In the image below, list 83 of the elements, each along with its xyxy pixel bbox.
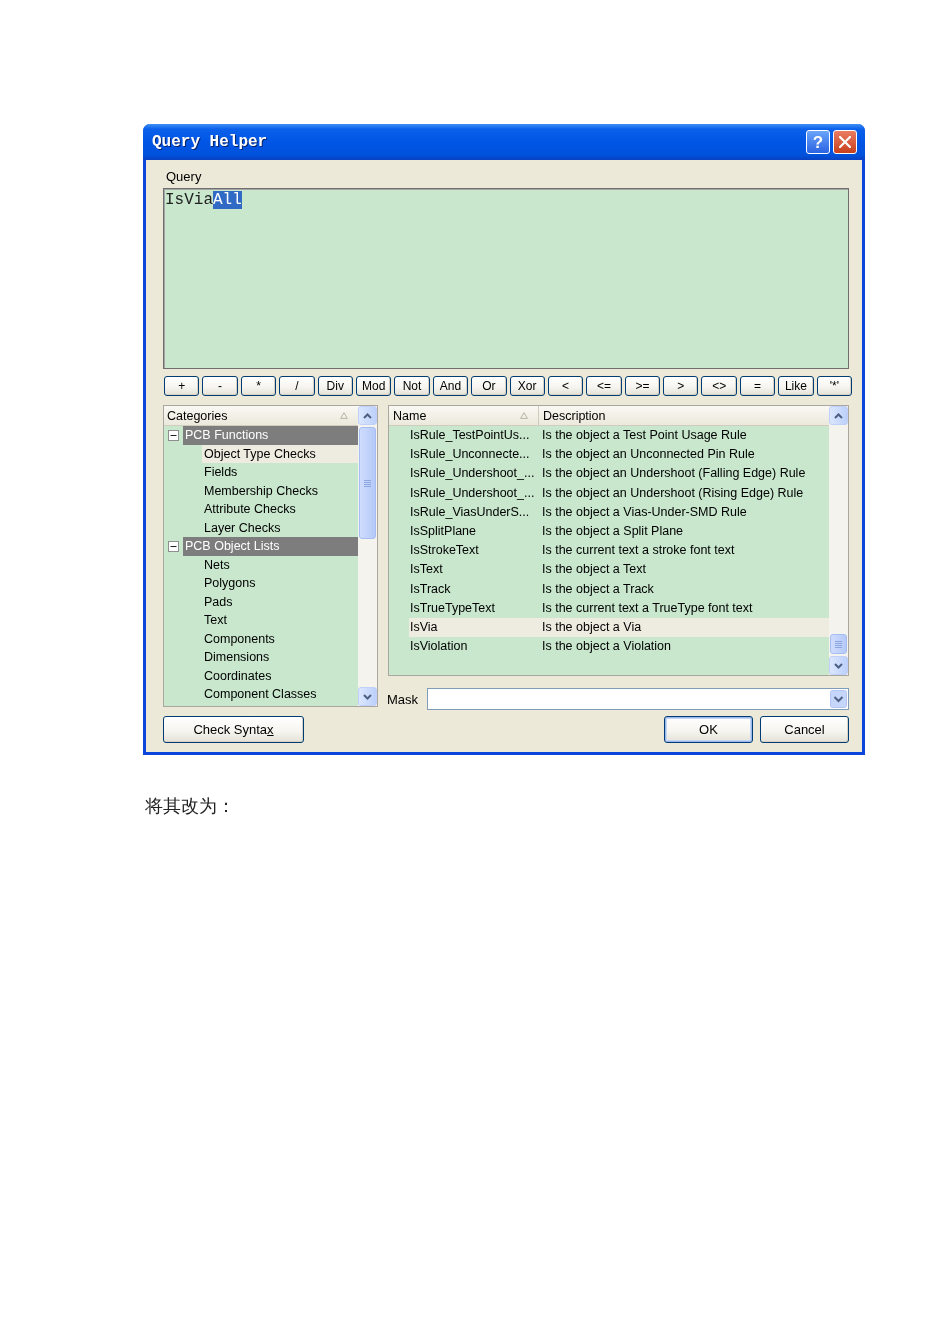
mask-field[interactable] xyxy=(427,688,849,710)
operator-button[interactable]: = xyxy=(739,376,776,396)
operator-button[interactable]: <> xyxy=(701,376,737,396)
tree-item[interactable]: Component Classes xyxy=(202,685,358,704)
chevron-down-icon xyxy=(363,693,372,700)
close-button[interactable] xyxy=(833,130,857,154)
operator-button[interactable]: > xyxy=(663,376,699,396)
name-cell[interactable]: IsText xyxy=(409,560,539,580)
operator-button[interactable]: >= xyxy=(624,376,661,396)
operator-button[interactable]: Not xyxy=(394,376,430,396)
tree-item[interactable]: Attribute Checks xyxy=(202,500,358,519)
tree-group-label[interactable]: PCB Object Lists xyxy=(183,537,358,556)
name-cell[interactable]: IsRule_Undershoot_... xyxy=(409,464,539,484)
name-cell[interactable]: IsStrokeText xyxy=(409,541,539,561)
name-cell[interactable]: IsRule_Unconnecte... xyxy=(409,445,539,465)
name-cell[interactable]: IsViolation xyxy=(409,637,539,657)
tree-item[interactable]: Polygons xyxy=(202,574,358,593)
chevron-up-icon xyxy=(363,412,372,419)
operator-button[interactable]: * xyxy=(240,376,277,396)
tree-item[interactable]: Pads xyxy=(202,592,358,611)
collapse-icon[interactable] xyxy=(168,429,179,441)
name-cell[interactable]: IsRule_ViasUnderS... xyxy=(409,502,539,522)
column-header[interactable]: Categories xyxy=(164,406,358,426)
scroll-down-button[interactable] xyxy=(358,687,377,706)
tree-item[interactable]: Nets xyxy=(202,555,358,574)
description-cell[interactable]: Is the object an Unconnected Pin Rule xyxy=(539,445,829,465)
description-cell[interactable]: Is the object an Undershoot (Falling Edge) Rule xyxy=(539,464,829,484)
collapse-icon[interactable] xyxy=(168,540,179,552)
window-title: Query Helper xyxy=(152,133,268,151)
description-cell[interactable]: Is the object a Violation xyxy=(539,637,829,657)
scroll-up-button[interactable] xyxy=(829,406,848,425)
description-cell[interactable]: Is the object an Undershoot (Rising Edge) Rule xyxy=(539,483,829,503)
description-cell[interactable]: Is the current text a stroke font text xyxy=(539,541,829,561)
description-cell[interactable]: Is the object a Vias-Under-SMD Rule xyxy=(539,502,829,522)
scroll-up-button[interactable] xyxy=(358,406,377,425)
operator-button[interactable]: And xyxy=(432,376,469,396)
operator-button[interactable]: Mod xyxy=(355,376,392,396)
name-cell[interactable]: IsRule_TestPointUs... xyxy=(409,426,539,446)
cancel-button[interactable]: Cancel xyxy=(760,716,849,743)
ok-button[interactable]: OK xyxy=(664,716,753,743)
tree-item[interactable]: Coordinates xyxy=(202,666,358,685)
name-cell[interactable]: IsVia xyxy=(409,617,539,638)
tree-item[interactable]: Membership Checks xyxy=(202,481,358,500)
tree-item[interactable]: Dimensions xyxy=(202,648,358,667)
description-cell[interactable]: Is the object a Via xyxy=(539,617,829,638)
chevron-up-icon xyxy=(834,412,843,419)
name-cell[interactable]: IsTrueTypeText xyxy=(409,598,539,618)
operator-button[interactable]: '*' xyxy=(816,376,853,396)
scrollbar-thumb[interactable] xyxy=(359,427,376,539)
name-cell[interactable]: IsTrack xyxy=(409,579,539,599)
scrollbar-thumb[interactable] xyxy=(830,634,847,654)
description-cell[interactable]: Is the object a Track xyxy=(539,579,829,599)
tree-group-label[interactable]: PCB Functions xyxy=(183,426,358,445)
tree-item[interactable]: Fields xyxy=(202,463,358,482)
description-cell[interactable]: Is the object a Text xyxy=(539,560,829,580)
check-syntax-button[interactable]: Check Syntax xyxy=(163,716,304,743)
description-cell[interactable]: Is the object a Split Plane xyxy=(539,521,829,542)
operator-button[interactable]: Like xyxy=(778,376,814,396)
tree-item[interactable]: Components xyxy=(202,629,358,648)
query-text: All xyxy=(213,191,242,209)
operator-button[interactable]: - xyxy=(202,376,238,396)
chevron-down-icon xyxy=(834,662,843,669)
scroll-down-button[interactable] xyxy=(829,656,848,675)
description-cell[interactable]: Is the current text a TrueType font text xyxy=(539,598,829,618)
tree-item[interactable]: Layer Checks xyxy=(202,518,358,537)
dropdown-icon[interactable] xyxy=(830,690,847,708)
mask-label: Mask xyxy=(387,691,419,707)
query-label: Query xyxy=(166,169,203,184)
operator-button[interactable]: / xyxy=(279,376,315,396)
operator-button[interactable]: Div xyxy=(317,376,353,396)
operator-button[interactable]: Or xyxy=(471,376,507,396)
operator-button[interactable]: + xyxy=(164,376,200,396)
name-cell[interactable]: IsSplitPlane xyxy=(409,521,539,542)
name-cell[interactable]: IsRule_Undershoot_... xyxy=(409,483,539,503)
column-header[interactable]: Description xyxy=(539,406,829,425)
column-header[interactable]: Name xyxy=(389,406,539,425)
description-cell[interactable]: Is the object a Test Point Usage Rule xyxy=(539,426,829,446)
operator-button[interactable]: <= xyxy=(586,376,622,396)
operator-button[interactable]: < xyxy=(547,376,584,396)
close-icon xyxy=(839,136,851,148)
caption-text: 将其改为： xyxy=(145,795,235,817)
operator-button[interactable]: Xor xyxy=(509,376,545,396)
tree-item[interactable]: Text xyxy=(202,611,358,630)
